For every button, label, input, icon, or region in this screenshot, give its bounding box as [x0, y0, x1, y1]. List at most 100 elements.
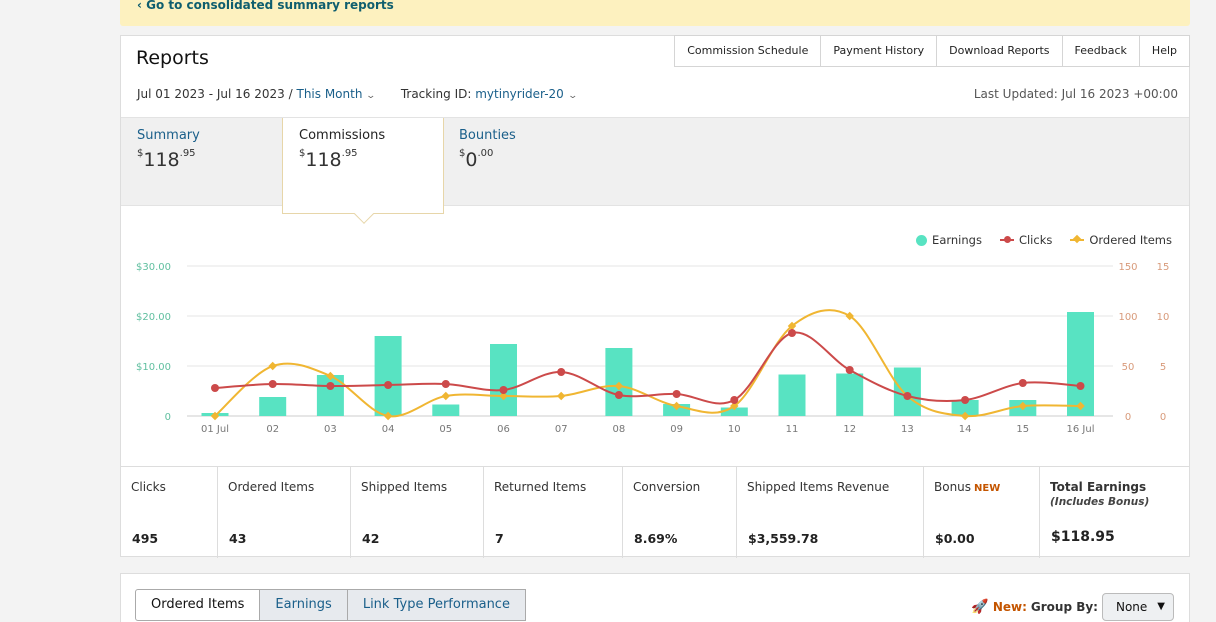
active-tab-caret — [354, 204, 374, 224]
stat-conversion: Conversion 8.69% — [623, 467, 737, 558]
ordered-items-point — [441, 391, 451, 401]
date-range: Jul 01 2023 - Jul 16 2023 / — [137, 87, 293, 101]
clicks-point — [730, 396, 739, 404]
clicks-point — [211, 384, 219, 392]
tab-link-type-performance[interactable]: Link Type Performance — [346, 589, 526, 621]
clicks-point — [903, 392, 912, 400]
x-tick-label: 07 — [555, 424, 568, 435]
stat-clicks: Clicks 495 — [121, 467, 218, 558]
earnings-bar — [836, 373, 864, 416]
payment-history-link[interactable]: Payment History — [820, 35, 938, 67]
x-tick-label: 15 — [1016, 424, 1029, 435]
clicks-line-icon — [999, 236, 1014, 243]
clicks-point — [961, 396, 970, 404]
group-by-control: 🚀 New: Group By: None ▼ — [971, 593, 1174, 621]
x-tick-label: 04 — [382, 424, 395, 435]
stat-shipped-items: Shipped Items 42 — [351, 467, 484, 558]
reports-nav: Commission Schedule Payment History Down… — [674, 35, 1190, 67]
summary-banner: ‹ Go to consolidated summary reports — [120, 0, 1190, 26]
earnings-bar — [432, 404, 460, 416]
clicks-point — [384, 381, 393, 389]
tab-bounties[interactable]: Bounties $0.00 — [443, 118, 603, 207]
help-link[interactable]: Help — [1138, 35, 1190, 67]
earnings-bar — [1067, 312, 1094, 416]
legend-earnings[interactable]: Earnings — [916, 233, 982, 247]
clicks-point — [326, 382, 335, 390]
chevron-down-icon: ⌄ — [365, 91, 377, 101]
stat-total-earnings: Total Earnings (Includes Bonus) $118.95 — [1050, 480, 1150, 545]
left-tick-label: $20.00 — [136, 312, 171, 323]
x-tick-label: 11 — [786, 424, 799, 435]
summary-tabs: Summary $118.95 Commissions $118.95 Boun… — [121, 117, 1189, 224]
stats-row: Clicks 495 Ordered Items 43 Shipped Items 4… — [121, 466, 1189, 558]
left-tick-label: $30.00 — [136, 262, 171, 273]
chart-legend: Earnings Clicks Ordered Items — [898, 233, 1172, 247]
date-filter-row: Jul 01 2023 - Jul 16 2023 / This Month ⌄ … — [137, 87, 578, 101]
tab-bounties-label: Bounties — [459, 128, 516, 143]
clicks-point — [268, 380, 277, 388]
group-by-select[interactable]: None ▼ — [1101, 593, 1174, 621]
x-tick-label: 06 — [497, 424, 510, 435]
x-tick-label: 13 — [901, 424, 914, 435]
tab-summary-amount: $118.95 — [137, 148, 196, 171]
ordered-items-point — [268, 361, 277, 371]
right-tick-label: 0 — [1125, 412, 1131, 423]
period-label: This Month — [296, 87, 363, 101]
new-badge: NEW — [974, 483, 1001, 494]
tracking-id-dropdown[interactable]: mytinyrider-20 ⌄ — [475, 87, 578, 101]
tab-commissions-label: Commissions — [299, 128, 386, 143]
earnings-bar — [893, 367, 921, 416]
right2-tick-label: 15 — [1157, 262, 1170, 273]
left-tick-label: 0 — [165, 412, 171, 423]
stat-returned-items: Returned Items 7 — [484, 467, 623, 558]
page-title: Reports — [136, 47, 209, 69]
tab-earnings[interactable]: Earnings — [259, 589, 348, 621]
x-tick-label: 01 Jul — [201, 424, 229, 435]
earnings-bar — [259, 397, 287, 416]
chevron-down-icon: ⌄ — [567, 91, 578, 101]
x-tick-label: 08 — [613, 424, 626, 435]
tab-summary[interactable]: Summary $118.95 — [121, 118, 281, 207]
right2-tick-label: 10 — [1157, 312, 1170, 323]
x-tick-label: 05 — [439, 424, 452, 435]
tab-summary-label: Summary — [137, 128, 200, 143]
right-tick-label: 150 — [1118, 262, 1137, 273]
consolidated-summary-link[interactable]: ‹ Go to consolidated summary reports — [137, 0, 394, 12]
feedback-link[interactable]: Feedback — [1061, 35, 1140, 67]
commission-schedule-link[interactable]: Commission Schedule — [674, 35, 822, 67]
earnings-bar — [374, 336, 402, 416]
detail-tabs: Ordered Items Earnings Link Type Perform… — [135, 589, 526, 621]
earnings-bar — [490, 344, 517, 416]
detail-panel: Ordered Items Earnings Link Type Perform… — [120, 573, 1190, 622]
legend-clicks[interactable]: Clicks — [999, 233, 1052, 247]
ordered-items-point — [556, 391, 566, 401]
clicks-point — [1018, 379, 1027, 387]
x-tick-label: 02 — [266, 424, 279, 435]
tab-commissions[interactable]: Commissions $118.95 — [282, 118, 444, 224]
earnings-bar — [778, 374, 806, 416]
tracking-id-value: mytinyrider-20 — [475, 87, 564, 101]
period-dropdown[interactable]: This Month ⌄ — [296, 87, 377, 101]
right-tick-label: 50 — [1122, 362, 1135, 373]
x-tick-label: 09 — [670, 424, 683, 435]
stat-ordered-items: Ordered Items 43 — [218, 467, 351, 558]
right2-tick-label: 5 — [1160, 362, 1166, 373]
clicks-point — [557, 368, 566, 376]
clicks-point — [788, 329, 796, 337]
download-reports-link[interactable]: Download Reports — [936, 35, 1063, 67]
x-tick-label: 16 Jul — [1067, 424, 1095, 435]
rocket-icon: 🚀 — [971, 599, 989, 615]
earnings-chart: $30.00 150 15$20.00 100 10$10.00 50 50 0 001 Jul… — [136, 262, 1170, 435]
left-tick-label: $10.00 — [136, 362, 171, 373]
clicks-point — [499, 386, 508, 394]
right2-tick-label: 0 — [1160, 412, 1166, 423]
x-tick-label: 14 — [959, 424, 972, 435]
tab-commissions-amount: $118.95 — [299, 148, 358, 171]
legend-ordered-items[interactable]: Ordered Items — [1070, 233, 1172, 247]
clicks-line — [214, 331, 1081, 405]
last-updated: Last Updated: Jul 16 2023 +00:00 — [973, 87, 1178, 101]
tab-ordered-items[interactable]: Ordered Items — [135, 589, 261, 621]
reports-card: Reports Commission Schedule Payment Hist… — [120, 35, 1190, 558]
x-tick-label: 03 — [324, 424, 337, 435]
chevron-down-icon: ▼ — [1157, 601, 1165, 612]
